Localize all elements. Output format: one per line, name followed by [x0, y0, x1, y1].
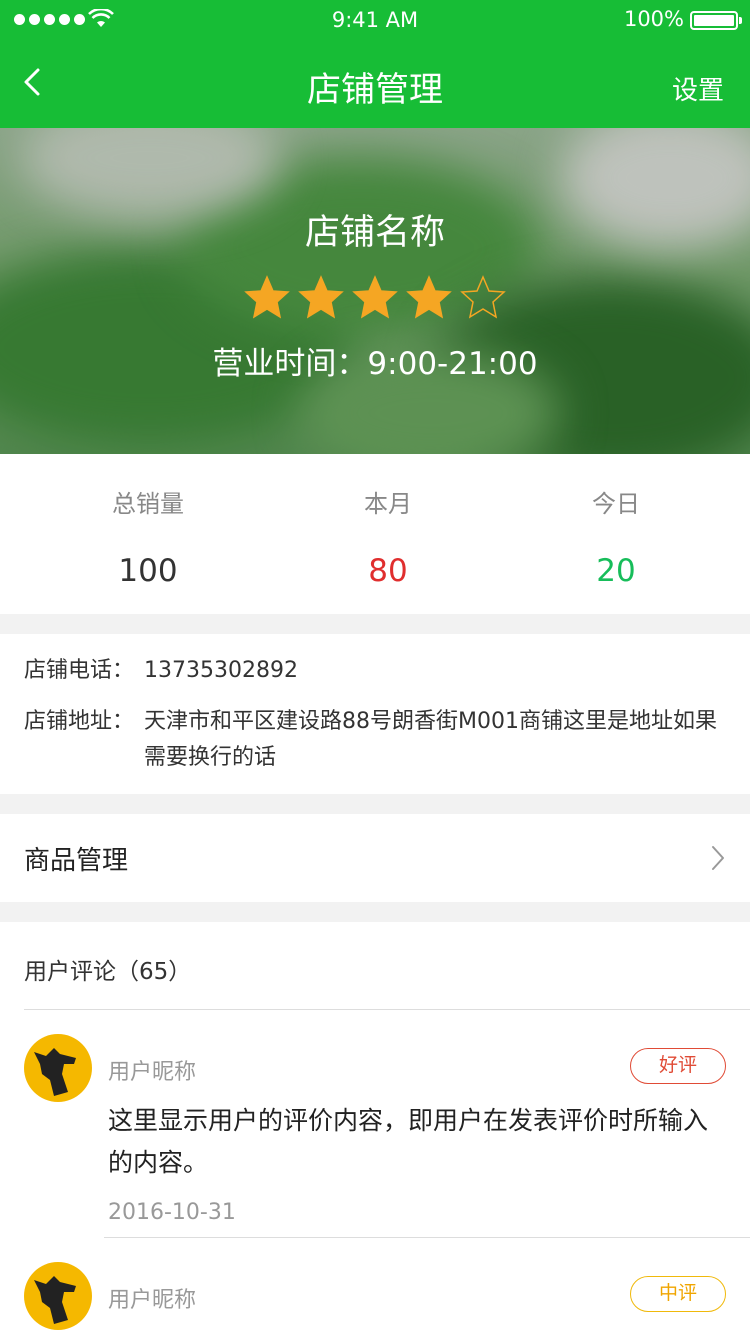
review-item: 用户昵称 好评 这里显示用户的评价内容，即用户在发表评价时所输入的内容。 201… — [0, 1034, 750, 1239]
business-hours-label: 营业时间： — [212, 346, 368, 382]
page-title: 店铺管理 — [307, 70, 443, 110]
business-hours-value: 9:00-21:00 — [367, 346, 538, 382]
back-chevron-icon[interactable] — [18, 62, 48, 102]
divider — [24, 1009, 750, 1010]
avatar-dog-icon — [34, 1276, 76, 1324]
shop-banner: 店铺名称 营业时间：9:00-21:00 — [0, 128, 750, 454]
shop-address: 天津市和平区建设路88号朗香街M001商铺这里是地址如果需要换行的话 — [144, 709, 717, 770]
star-filled-icon — [298, 275, 344, 319]
stat-this-month: 本月 80 — [288, 484, 488, 589]
user-reviews: 用户评论（65） 用户昵称 好评 这里显示用户的评价内容，即用户在发表评价时所输… — [0, 922, 750, 1334]
sales-stats: 总销量 100 本月 80 今日 20 — [0, 454, 750, 614]
star-filled-icon — [244, 275, 290, 319]
star-filled-icon — [406, 275, 452, 319]
navigation-bar: 店铺管理 设置 — [0, 40, 750, 128]
avatar[interactable] — [24, 1262, 92, 1330]
stat-today: 今日 20 — [516, 484, 716, 589]
shop-phone-row: 店铺电话： 13735302892 — [24, 653, 724, 689]
star-empty-icon — [460, 275, 506, 319]
shop-phone-label: 店铺电话： — [24, 658, 135, 683]
review-item: 用户昵称 中评 — [0, 1262, 750, 1334]
chevron-right-icon — [712, 846, 724, 870]
battery-icon — [690, 11, 742, 30]
review-nickname: 用户昵称 — [108, 1288, 197, 1313]
rating-stars — [0, 274, 750, 322]
business-hours: 营业时间：9:00-21:00 — [0, 338, 750, 383]
reviews-title: 用户评论（65） — [24, 959, 192, 985]
stat-total-sales: 总销量 100 — [48, 484, 248, 589]
top-bar: 9:41 AM 100% 店铺管理 设置 — [0, 0, 750, 128]
goods-management-row[interactable]: 商品管理 — [0, 814, 750, 902]
shop-address-row: 店铺地址： 天津市和平区建设路88号朗香街M001商铺这里是地址如果需要换行的话 — [24, 704, 724, 776]
stat-value: 80 — [368, 553, 408, 589]
shop-info: 店铺电话： 13735302892 店铺地址： 天津市和平区建设路88号朗香街M… — [0, 634, 750, 794]
review-badge-mid: 中评 — [630, 1276, 726, 1312]
review-badge-good: 好评 — [630, 1048, 726, 1084]
goods-management-label: 商品管理 — [24, 846, 129, 876]
star-filled-icon — [352, 275, 398, 319]
review-date: 2016-10-31 — [108, 1200, 236, 1225]
settings-button[interactable]: 设置 — [672, 70, 724, 107]
battery-percent: 100% — [623, 7, 684, 31]
stat-value: 20 — [596, 553, 636, 589]
shop-address-label: 店铺地址： — [24, 709, 135, 734]
stat-label: 总销量 — [112, 490, 184, 518]
stat-value: 100 — [118, 553, 178, 589]
avatar-dog-icon — [34, 1048, 76, 1096]
stat-label: 本月 — [364, 490, 412, 518]
avatar[interactable] — [24, 1034, 92, 1102]
review-content: 这里显示用户的评价内容，即用户在发表评价时所输入的内容。 — [108, 1106, 709, 1177]
divider — [104, 1237, 750, 1238]
status-bar: 9:41 AM 100% — [0, 0, 750, 40]
stat-label: 今日 — [592, 490, 640, 518]
shop-name: 店铺名称 — [304, 213, 445, 253]
shop-phone[interactable]: 13735302892 — [144, 653, 724, 689]
review-nickname: 用户昵称 — [108, 1060, 197, 1085]
